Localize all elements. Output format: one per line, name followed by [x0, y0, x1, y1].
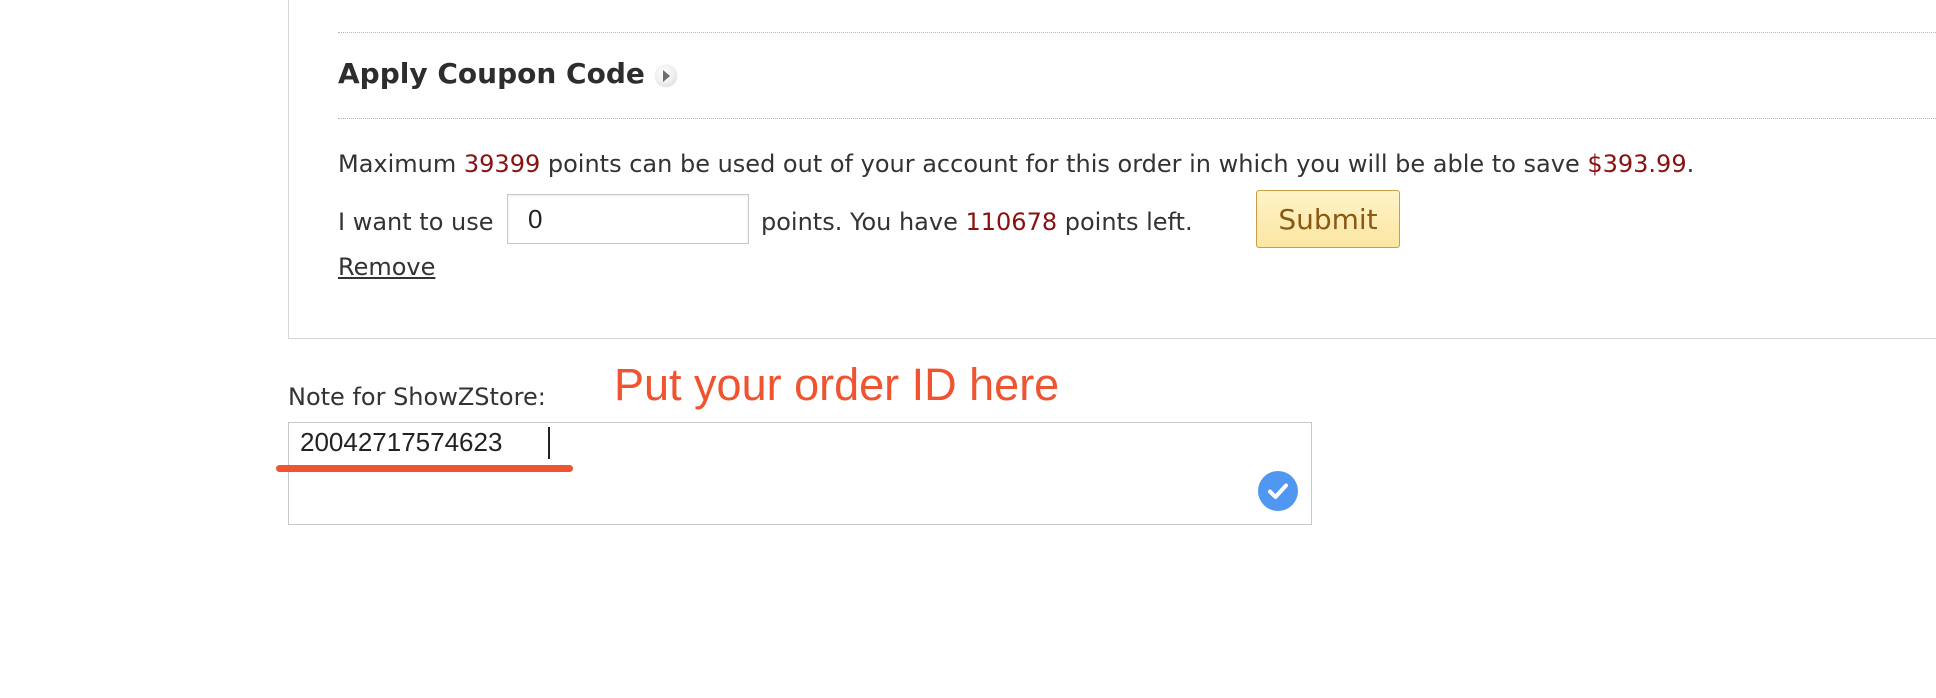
- play-arrow-icon[interactable]: [655, 65, 677, 87]
- check-circle-icon: [1258, 471, 1298, 511]
- points-left-prefix: points. You have: [761, 208, 966, 236]
- points-left-message: points. You have 110678 points left.: [761, 206, 1193, 238]
- submit-button[interactable]: Submit: [1256, 190, 1400, 248]
- apply-coupon-heading[interactable]: Apply Coupon Code: [338, 56, 645, 92]
- annotation-callout: Put your order ID here: [614, 359, 1060, 410]
- max-points-message: Maximum 39399 points can be used out of …: [338, 148, 1694, 180]
- note-label: Note for ShowZStore:: [288, 383, 546, 411]
- points-coupon-panel: Apply Coupon Code Maximum 39399 points c…: [288, 0, 1936, 339]
- annotation-underline: [276, 465, 573, 472]
- points-left-value: 110678: [965, 208, 1058, 236]
- text-cursor: [548, 427, 550, 459]
- max-points-prefix: Maximum: [338, 150, 464, 178]
- max-points-suffix: .: [1686, 150, 1695, 178]
- use-points-label: I want to use: [338, 208, 494, 236]
- note-textarea[interactable]: 20042717574623: [288, 422, 1312, 525]
- note-value[interactable]: 20042717574623: [300, 424, 502, 460]
- points-left-suffix: points left.: [1057, 208, 1193, 236]
- max-points-value: 39399: [463, 150, 541, 178]
- dotted-divider-bottom: [338, 118, 1936, 119]
- save-amount-value: $393.99: [1587, 150, 1687, 178]
- checkmark-icon: [1268, 483, 1288, 499]
- points-input[interactable]: [507, 194, 749, 244]
- dotted-divider-top: [338, 32, 1936, 33]
- max-points-middle: points can be used out of your account f…: [540, 150, 1588, 178]
- remove-link[interactable]: Remove: [338, 252, 435, 282]
